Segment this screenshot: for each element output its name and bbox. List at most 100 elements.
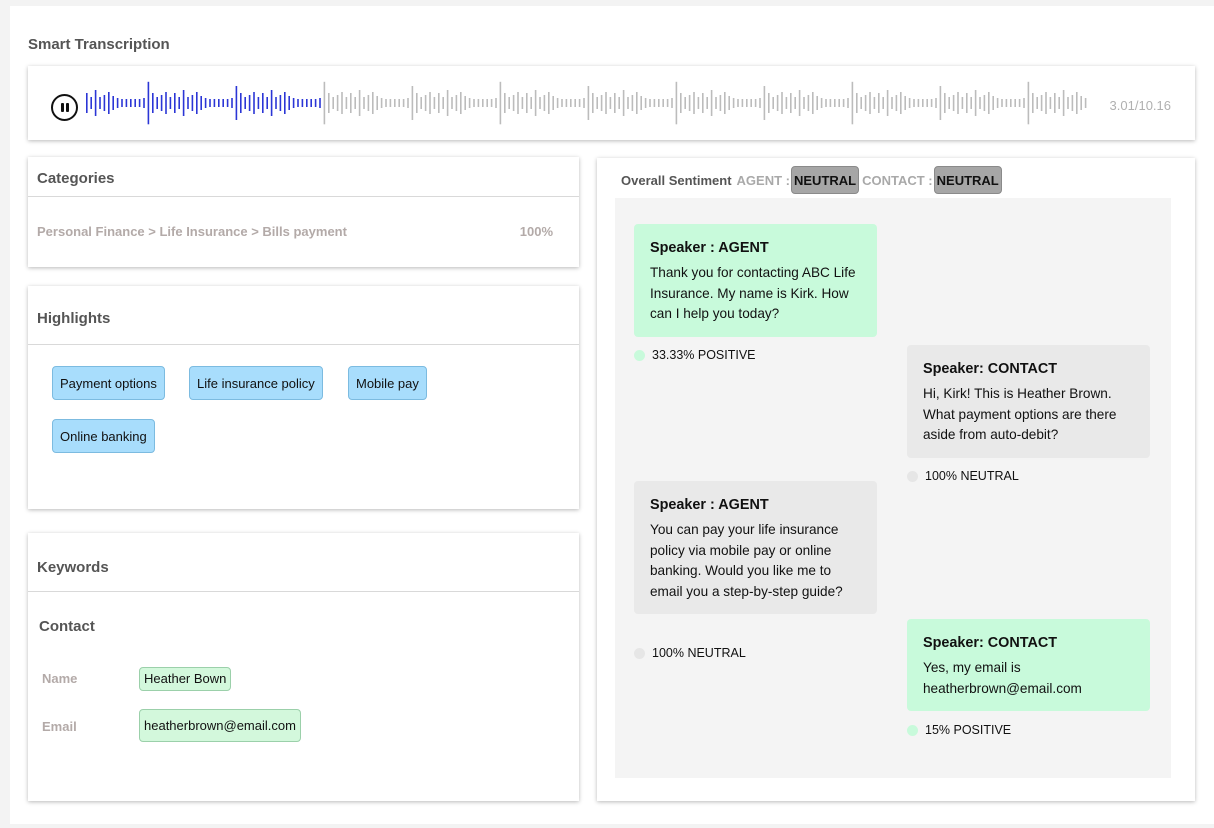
waveform-bar [490,99,493,107]
waveform-bar [759,98,761,108]
waveform-bar [790,93,792,113]
waveform-bar [869,92,871,114]
waveform-bar [534,90,537,116]
waveform-bar [200,96,202,110]
waveform-bar [803,97,805,109]
waveform-bar [746,99,748,107]
waveform-bar [398,99,400,107]
waveform-bar [719,95,722,111]
waveform-bar [1084,98,1087,108]
highlight-chip-mobile-pay[interactable]: Mobile pay [348,366,427,400]
waveform-bar [1058,97,1060,109]
waveform-bar [1010,99,1012,107]
waveform-bar [402,99,405,107]
message-score-text: 15% POSITIVE [925,723,1012,737]
waveform-bar [904,96,906,110]
highlights-title: Highlights [28,286,579,345]
waveform-bar [165,92,167,114]
agent-sentiment-label: AGENT : [736,172,790,188]
categories-panel: Categories Personal Finance > Life Insur… [28,157,579,267]
waveform-bar [838,99,840,107]
waveform-bar [895,95,898,111]
waveform-bar [706,97,708,109]
pause-icon[interactable] [51,94,78,121]
waveform-bar [1049,97,1052,109]
waveform-bar [372,92,374,114]
waveform-bar [750,99,752,107]
waveform-bar [605,92,607,114]
highlight-chip-online-banking[interactable]: Online banking [52,419,155,453]
message-text: You can pay your life insurance policy v… [650,522,843,599]
waveform-bar [204,98,207,108]
waveform-bar [543,95,546,111]
waveform-bar [627,97,629,109]
waveform-bar [94,90,97,116]
waveform-bar [482,99,484,107]
message-bubble-contact: Speaker: CONTACT Hi, Kirk! This is Heath… [907,345,1150,458]
waveform-bar [112,96,114,110]
waveform-bar [486,99,488,107]
waveform[interactable] [86,80,1096,126]
waveform-bar [574,99,576,107]
waveform-bar [548,92,550,114]
waveform-bar [552,96,554,110]
waveform-bar [451,97,453,109]
highlights-panel: Highlights Payment options Life insuranc… [28,286,579,509]
waveform-bar [1054,93,1056,113]
waveform-bar [741,99,744,107]
waveform-bar [376,96,378,110]
waveform-bar [130,99,132,107]
waveform-bar [825,99,827,107]
waveform-bar [433,97,436,109]
waveform-bar [297,99,299,107]
message-score: 15% POSITIVE [907,723,1011,737]
positive-dot-icon [634,349,645,361]
app-title: Smart Transcription [28,36,170,53]
waveform-bar [385,99,387,107]
waveform-bar [565,99,568,107]
waveform-bar [728,96,730,110]
waveform-bar [979,97,981,109]
waveform-bar [737,99,739,107]
waveform-bar [332,97,334,109]
waveform-bar [596,97,598,109]
waveform-bar [556,98,559,108]
waveform-bar [218,99,220,107]
waveform-bar [235,86,238,120]
waveform-bar [930,99,933,107]
waveform-bar [724,92,726,114]
waveform-bar [407,98,409,108]
message-text: Yes, my email is heatherbrown@email.com [923,660,1082,696]
waveform-bar [468,98,471,108]
waveform-bar [191,95,194,111]
waveform-bar [504,93,506,113]
waveform-bar [231,98,233,108]
message-bubble-agent: Speaker : AGENT You can pay your life in… [634,481,877,615]
waveform-bar [1040,95,1043,111]
waveform-bar [1027,81,1030,125]
waveform-bar [455,95,458,111]
waveform-bar [187,97,189,109]
message-speaker: Speaker: CONTACT [923,361,1058,377]
waveform-bar [882,97,884,109]
waveform-bar [939,86,942,120]
message-score: 33.33% POSITIVE [634,348,756,362]
waveform-bar [108,92,110,114]
waveform-bar [860,97,862,109]
waveform-bar [935,98,937,108]
message-score-text: 100% NEUTRAL [652,646,746,660]
message-speaker: Speaker : AGENT [650,240,769,256]
contact-sentiment-label: CONTACT : [862,172,933,188]
waveform-bar [684,97,686,109]
waveform-bar [785,97,788,109]
highlight-chip-life-insurance-policy[interactable]: Life insurance policy [189,366,323,400]
waveform-bar [781,92,783,114]
waveform-bar [310,99,312,107]
waveform-bar [1080,96,1082,110]
highlight-chip-payment-options[interactable]: Payment options [52,366,165,400]
waveform-bar [178,97,180,109]
sentiment-panel: Overall Sentiment AGENT : NEUTRAL CONTAC… [597,158,1195,801]
waveform-bar [292,98,295,108]
keyword-value-name: Heather Bown [139,667,232,691]
keyword-label-email: Email [42,719,77,734]
